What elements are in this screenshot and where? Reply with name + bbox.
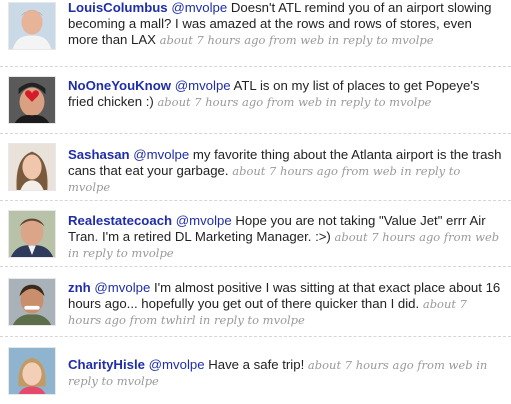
reply-mention-link[interactable]: @mvolpe [94,280,150,295]
woman-avatar-icon [9,144,55,190]
user-avatar[interactable] [8,278,56,326]
tweet-content: CharityHisle @mvolpe Have a safe trip! a… [68,357,502,389]
reply-mention-link[interactable]: @mvolpe [175,78,231,93]
tweet-source-prefix: from [417,358,445,372]
tweet-source-link[interactable]: twhirl [161,313,196,327]
tweet-author-link[interactable]: Sashasan [68,147,130,162]
tweet-item: Realestatecoach @mvolpe Hope you are not… [0,201,511,267]
tweet-content: LouisColumbus @mvolpe Doesn't ATL remind… [68,0,502,48]
tweet-author-link[interactable]: LouisColumbus [68,0,168,15]
tweet-author-link[interactable]: CharityHisle [68,357,145,372]
tweet-timestamp-link[interactable]: about 7 hours ago [308,358,414,372]
tweet-timeline: LouisColumbus @mvolpe Doesn't ATL remind… [0,0,511,404]
tweet-source-link[interactable]: web [300,33,324,47]
reply-mention-link[interactable]: @mvolpe [133,147,189,162]
tweet-meta: about 7 hours ago from web in reply to m… [157,95,431,109]
tweet-author-link[interactable]: Realestatecoach [68,213,172,228]
in-reply-to-link[interactable]: in reply to mvolpe [199,313,305,327]
tweet-item: Sashasan @mvolpe my favorite thing about… [0,134,511,201]
user-avatar[interactable] [8,76,56,124]
tweet-item: LouisColumbus @mvolpe Doesn't ATL remind… [0,0,511,67]
reply-mention-link[interactable]: @mvolpe [171,0,227,15]
heart-glasses-avatar-icon [9,77,55,123]
in-reply-to-link[interactable]: in reply to mvolpe [68,246,174,260]
child-avatar-icon [9,348,55,394]
tweet-source-prefix: from [341,164,370,178]
user-avatar[interactable] [8,143,56,191]
tweet-content: NoOneYouKnow @mvolpe ATL is on my list o… [68,78,502,110]
in-reply-to-link[interactable]: in reply to mvolpe [328,33,434,47]
user-avatar[interactable] [8,347,56,395]
tweet-item: CharityHisle @mvolpe Have a safe trip! a… [0,337,511,404]
tweet-text: Have a safe trip! [204,357,305,372]
user-avatar[interactable] [8,2,56,50]
man-avatar-icon [9,3,55,49]
tweet-timestamp-link[interactable]: about 7 hours ago [232,164,338,178]
man-avatar-icon [9,279,55,325]
tweet-content: Sashasan @mvolpe my favorite thing about… [68,147,502,195]
tweet-source-prefix: from [443,230,472,244]
tweet-source-prefix: from [266,95,295,109]
tweet-source-link[interactable]: web [449,358,473,372]
man-avatar-icon [9,211,55,257]
in-reply-to-link[interactable]: in reply to mvolpe [326,95,432,109]
tweet-source-prefix: from [129,313,158,327]
tweet-source-link[interactable]: web [373,164,397,178]
reply-mention-link[interactable]: @mvolpe [149,357,205,372]
tweet-timestamp-link[interactable]: about 7 hours ago [335,230,441,244]
tweet-source-prefix: from [269,33,297,47]
reply-mention-link[interactable]: @mvolpe [176,213,232,228]
tweet-source-link[interactable]: web [298,95,322,109]
tweet-meta: about 7 hours ago from web in reply to m… [160,33,434,47]
user-avatar[interactable] [8,210,56,258]
tweet-author-link[interactable]: NoOneYouKnow [68,78,171,93]
tweet-timestamp-link[interactable]: about 7 hours ago [157,95,263,109]
tweet-item: NoOneYouKnow @mvolpe ATL is on my list o… [0,67,511,134]
tweet-timestamp-link[interactable]: about 7 hours ago [160,33,266,47]
tweet-content: Realestatecoach @mvolpe Hope you are not… [68,213,502,261]
tweet-source-link[interactable]: web [475,230,499,244]
tweet-item: znh @mvolpe I'm almost positive I was si… [0,267,511,337]
tweet-content: znh @mvolpe I'm almost positive I was si… [68,280,502,328]
tweet-author-link[interactable]: znh [68,280,91,295]
